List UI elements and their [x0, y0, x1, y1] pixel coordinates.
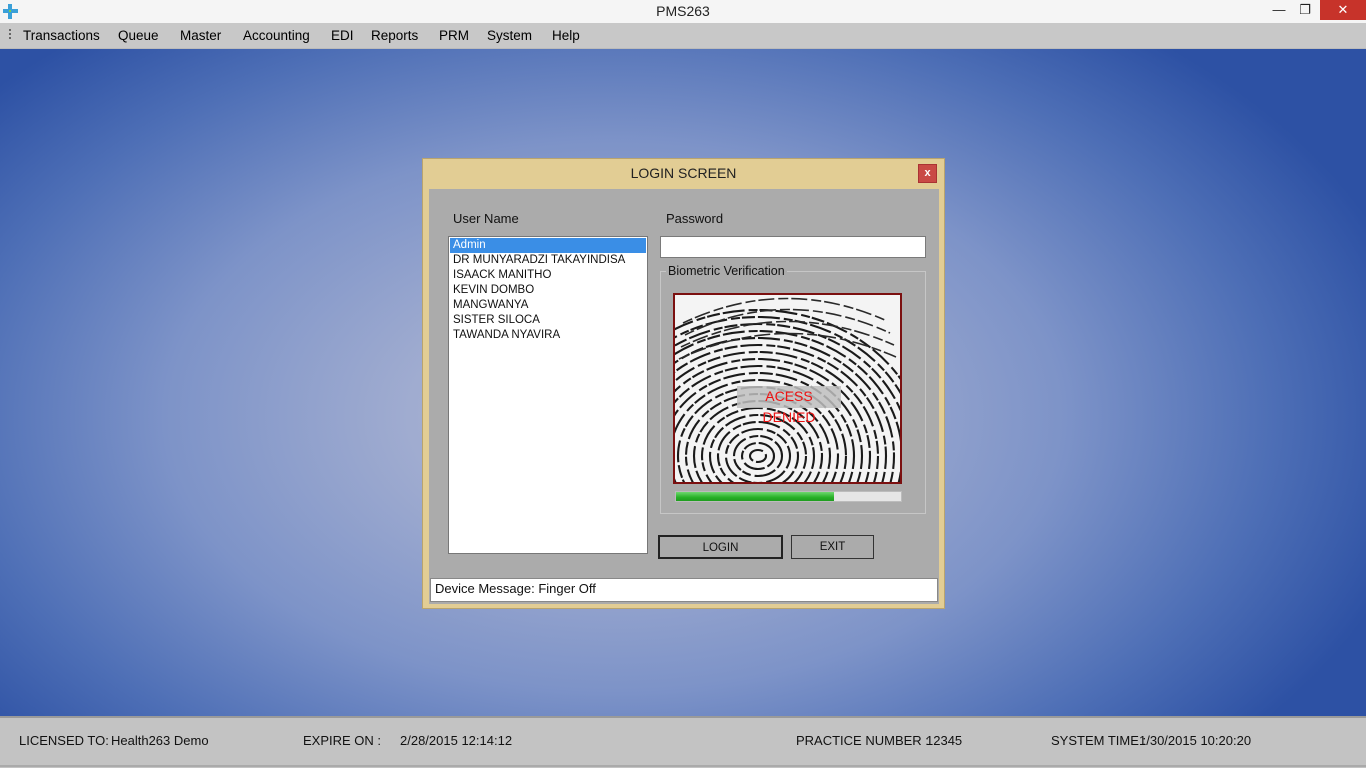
menu-system[interactable]: System [487, 28, 532, 43]
practice-number-value: 12345 [926, 733, 963, 748]
menu-queue[interactable]: Queue [118, 28, 159, 43]
menu-grip-icon[interactable] [9, 29, 12, 43]
dialog-title: LOGIN SCREEN [630, 165, 737, 181]
user-list-item[interactable]: KEVIN DOMBO [450, 283, 646, 298]
licensed-to-label: LICENSED TO: [19, 733, 109, 748]
system-time-label: SYSTEM TIME : [1051, 733, 1147, 748]
dialog-body: User Name Password Admin DR MUNYARADZI T… [429, 189, 939, 604]
title-bar: PMS263 — ❐ ✕ [0, 0, 1366, 23]
menu-bar: Transactions Queue Master Accounting EDI… [0, 23, 1366, 49]
scan-progress-fill [676, 492, 834, 501]
login-button[interactable]: LOGIN [658, 535, 783, 559]
menu-prm[interactable]: PRM [439, 28, 469, 43]
access-denied-badge: ACESS DENIED [737, 386, 841, 425]
menu-master[interactable]: Master [180, 28, 221, 43]
user-list-item[interactable]: Admin [450, 238, 646, 253]
user-list-item[interactable]: ISAACK MANITHO [450, 268, 646, 283]
minimize-button[interactable]: — [1266, 0, 1292, 20]
window-title: PMS263 [656, 3, 710, 19]
password-field[interactable] [660, 236, 926, 258]
dialog-close-button[interactable]: x [918, 164, 937, 183]
menu-help[interactable]: Help [552, 28, 580, 43]
user-list-item[interactable]: SISTER SILOCA [450, 313, 646, 328]
device-message: Device Message: Finger Off [430, 578, 938, 602]
menu-transactions[interactable]: Transactions [23, 28, 100, 43]
biometric-label: Biometric Verification [666, 264, 787, 278]
expire-on-value: 2/28/2015 12:14:12 [400, 733, 513, 748]
user-list-item[interactable]: TAWANDA NYAVIRA [450, 328, 646, 343]
user-list-item[interactable]: MANGWANYA [450, 298, 646, 313]
username-label: User Name [453, 211, 519, 226]
scan-progress-bar [675, 491, 902, 502]
restore-button[interactable]: ❐ [1292, 0, 1318, 20]
password-label: Password [666, 211, 724, 226]
fingerprint-display: ACESS DENIED [673, 293, 902, 484]
system-time-value: 1/30/2015 10:20:20 [1139, 733, 1252, 748]
menu-accounting[interactable]: Accounting [243, 28, 310, 43]
licensed-to-value: Health263 Demo [111, 733, 209, 748]
status-bar: LICENSED TO: Health263 Demo EXPIRE ON : … [0, 716, 1366, 768]
menu-reports[interactable]: Reports [371, 28, 418, 43]
practice-number-label: PRACTICE NUMBER : [796, 733, 929, 748]
login-dialog: LOGIN SCREEN x User Name Password Admin … [422, 158, 945, 609]
exit-button[interactable]: EXIT [791, 535, 874, 559]
close-button[interactable]: ✕ [1320, 0, 1366, 20]
status-divider [0, 765, 1366, 767]
user-list-item[interactable]: DR MUNYARADZI TAKAYINDISA [450, 253, 646, 268]
menu-edi[interactable]: EDI [331, 28, 354, 43]
user-list[interactable]: Admin DR MUNYARADZI TAKAYINDISA ISAACK M… [448, 236, 648, 554]
expire-on-label: EXPIRE ON : [303, 733, 382, 748]
